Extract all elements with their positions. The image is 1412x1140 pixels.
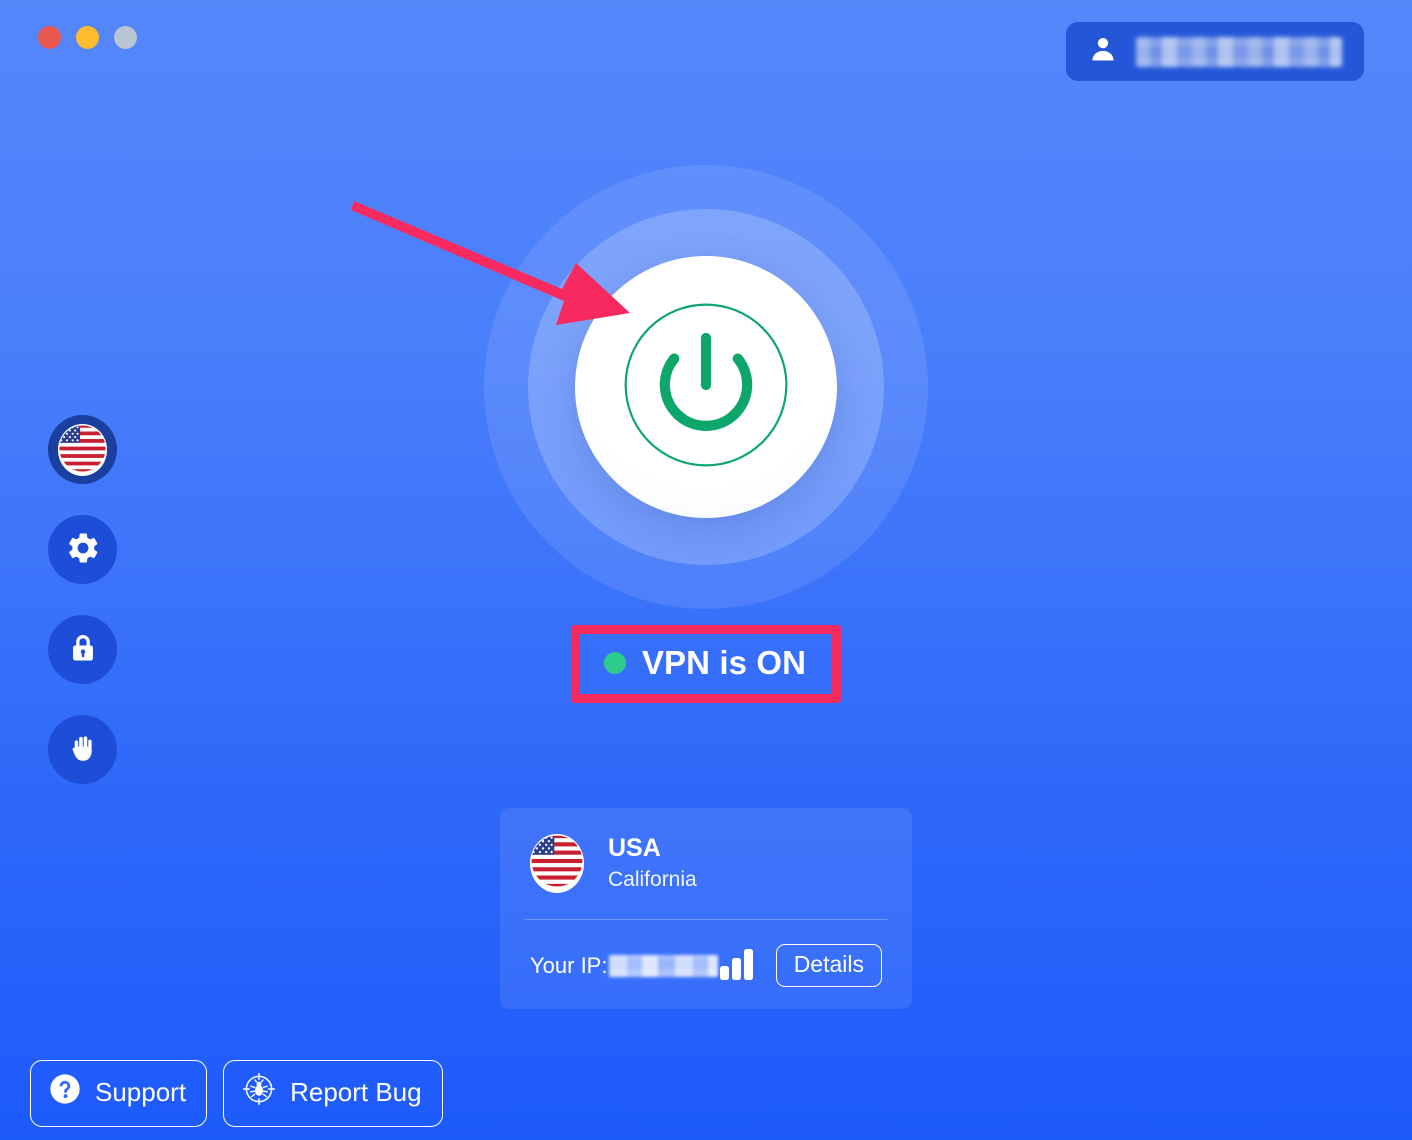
status-annotation-box: VPN is ON (570, 625, 842, 703)
lock-icon (66, 631, 100, 668)
report-bug-label: Report Bug (290, 1077, 422, 1107)
status-dot-icon (603, 652, 626, 674)
report-bug-button[interactable]: Report Bug (223, 1060, 443, 1127)
bottom-bar: Support Report Bug (30, 1060, 443, 1127)
sidebar-item-block[interactable] (48, 715, 117, 784)
window-zoom-button[interactable] (114, 26, 137, 49)
ip-label: Your IP: (530, 952, 608, 978)
traffic-lights (38, 26, 137, 49)
main-content: VPN is ON USA California Your IP: Detail… (0, 0, 1412, 1140)
account-email (1136, 36, 1342, 67)
server-location-row: USA California (530, 834, 882, 919)
gear-icon (65, 530, 101, 569)
details-button[interactable]: Details (775, 944, 882, 987)
support-button[interactable]: Support (30, 1060, 208, 1127)
window-close-button[interactable] (38, 26, 61, 49)
usa-flag-icon (530, 834, 584, 893)
bug-target-icon (242, 1072, 276, 1113)
question-mark-icon (49, 1073, 81, 1112)
ip-row: Your IP: Details (530, 920, 882, 987)
power-icon (608, 287, 804, 488)
server-region: California (608, 867, 697, 891)
window-minimize-button[interactable] (76, 26, 99, 49)
status-text: VPN is ON (641, 644, 807, 681)
sidebar (48, 415, 117, 784)
hand-icon (66, 731, 100, 768)
power-button-area (484, 165, 928, 609)
title-bar (0, 0, 1412, 100)
usa-flag-icon (58, 423, 107, 476)
person-icon (1088, 34, 1118, 69)
ip-value (609, 954, 718, 977)
account-button[interactable] (1066, 22, 1364, 81)
sidebar-item-settings[interactable] (48, 515, 117, 584)
signal-bars-icon (718, 945, 758, 986)
server-meta: USA California (608, 835, 697, 892)
power-button[interactable] (575, 256, 837, 518)
server-card[interactable]: USA California Your IP: Details (500, 808, 912, 1009)
support-label: Support (95, 1077, 187, 1107)
sidebar-item-security[interactable] (48, 615, 117, 684)
status-badge: VPN is ON (584, 638, 828, 690)
server-country: USA (608, 834, 661, 863)
sidebar-item-country[interactable] (48, 415, 117, 484)
